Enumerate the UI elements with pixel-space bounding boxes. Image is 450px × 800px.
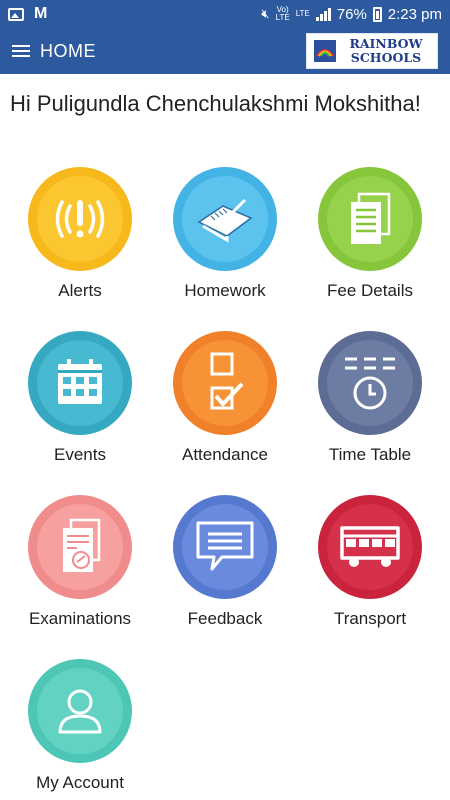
examinations-circle [28, 495, 132, 599]
hamburger-menu-icon[interactable] [12, 45, 30, 57]
clock-icon [327, 340, 413, 426]
calendar-icon [37, 340, 123, 426]
page-title: HOME [40, 40, 96, 61]
user-icon [37, 668, 123, 754]
tile-feedback[interactable]: Feedback [152, 495, 298, 629]
clock-time: 2:23 pm [387, 5, 442, 23]
logo-line-1: RAINBOW [349, 36, 423, 51]
volte-indicator: Vo) LTE [275, 5, 290, 22]
homework-circle [173, 167, 277, 271]
mute-icon: 🔇︎ [261, 6, 270, 21]
tile-alerts[interactable]: Alerts [7, 167, 153, 301]
chat-bubble-icon [182, 504, 268, 590]
tile-label: My Account [36, 773, 124, 792]
battery-icon [372, 6, 382, 22]
tile-label: Feedback [187, 609, 263, 628]
logo-line-2: SCHOOLS [350, 50, 422, 65]
checkbox-icon [182, 340, 268, 426]
alerts-circle [28, 167, 132, 271]
tile-label: Homework [184, 281, 266, 300]
app-bar: HOME RAINBOW SCHOOLS [0, 28, 450, 74]
rainbow-logo-icon [311, 37, 339, 65]
tile-label: Alerts [58, 281, 102, 300]
tile-label: Transport [333, 609, 407, 628]
tile-examinations[interactable]: Examinations [7, 495, 153, 629]
tile-homework[interactable]: Homework [152, 167, 298, 301]
bus-icon [327, 504, 413, 590]
tile-label: Fee Details [327, 281, 413, 300]
tile-label: Attendance [181, 445, 268, 464]
signal-icon [315, 7, 331, 21]
events-circle [28, 331, 132, 435]
attendance-circle [173, 331, 277, 435]
tile-time-table[interactable]: Time Table [297, 331, 443, 465]
gmail-notification-icon: M [34, 5, 48, 22]
tile-transport[interactable]: Transport [297, 495, 443, 629]
tile-fee-details[interactable]: Fee Details [297, 167, 443, 301]
status-bar: M 🔇︎ Vo) LTE LTE 76% 2:23 pm [0, 0, 450, 28]
tile-label: Events [54, 445, 106, 464]
school-logo: RAINBOW SCHOOLS [306, 33, 438, 69]
image-notification-icon [8, 7, 24, 21]
tile-my-account[interactable]: My Account [7, 659, 153, 793]
fee-document-icon [327, 176, 413, 262]
lte-indicator: LTE [295, 9, 310, 18]
fee-details-circle [318, 167, 422, 271]
exam-paper-icon [37, 504, 123, 590]
tile-events[interactable]: Events [7, 331, 153, 465]
tile-attendance[interactable]: Attendance [152, 331, 298, 465]
homework-icon [182, 176, 268, 262]
my-account-circle [28, 659, 132, 763]
battery-percent: 76% [336, 5, 367, 23]
time-table-circle [318, 331, 422, 435]
tile-label: Time Table [328, 445, 412, 464]
transport-circle [318, 495, 422, 599]
greeting-text: Hi Puligundla Chenchulakshmi Mokshitha! [10, 91, 421, 116]
tile-label: Examinations [28, 609, 132, 628]
feedback-circle [173, 495, 277, 599]
alert-icon [37, 176, 123, 262]
